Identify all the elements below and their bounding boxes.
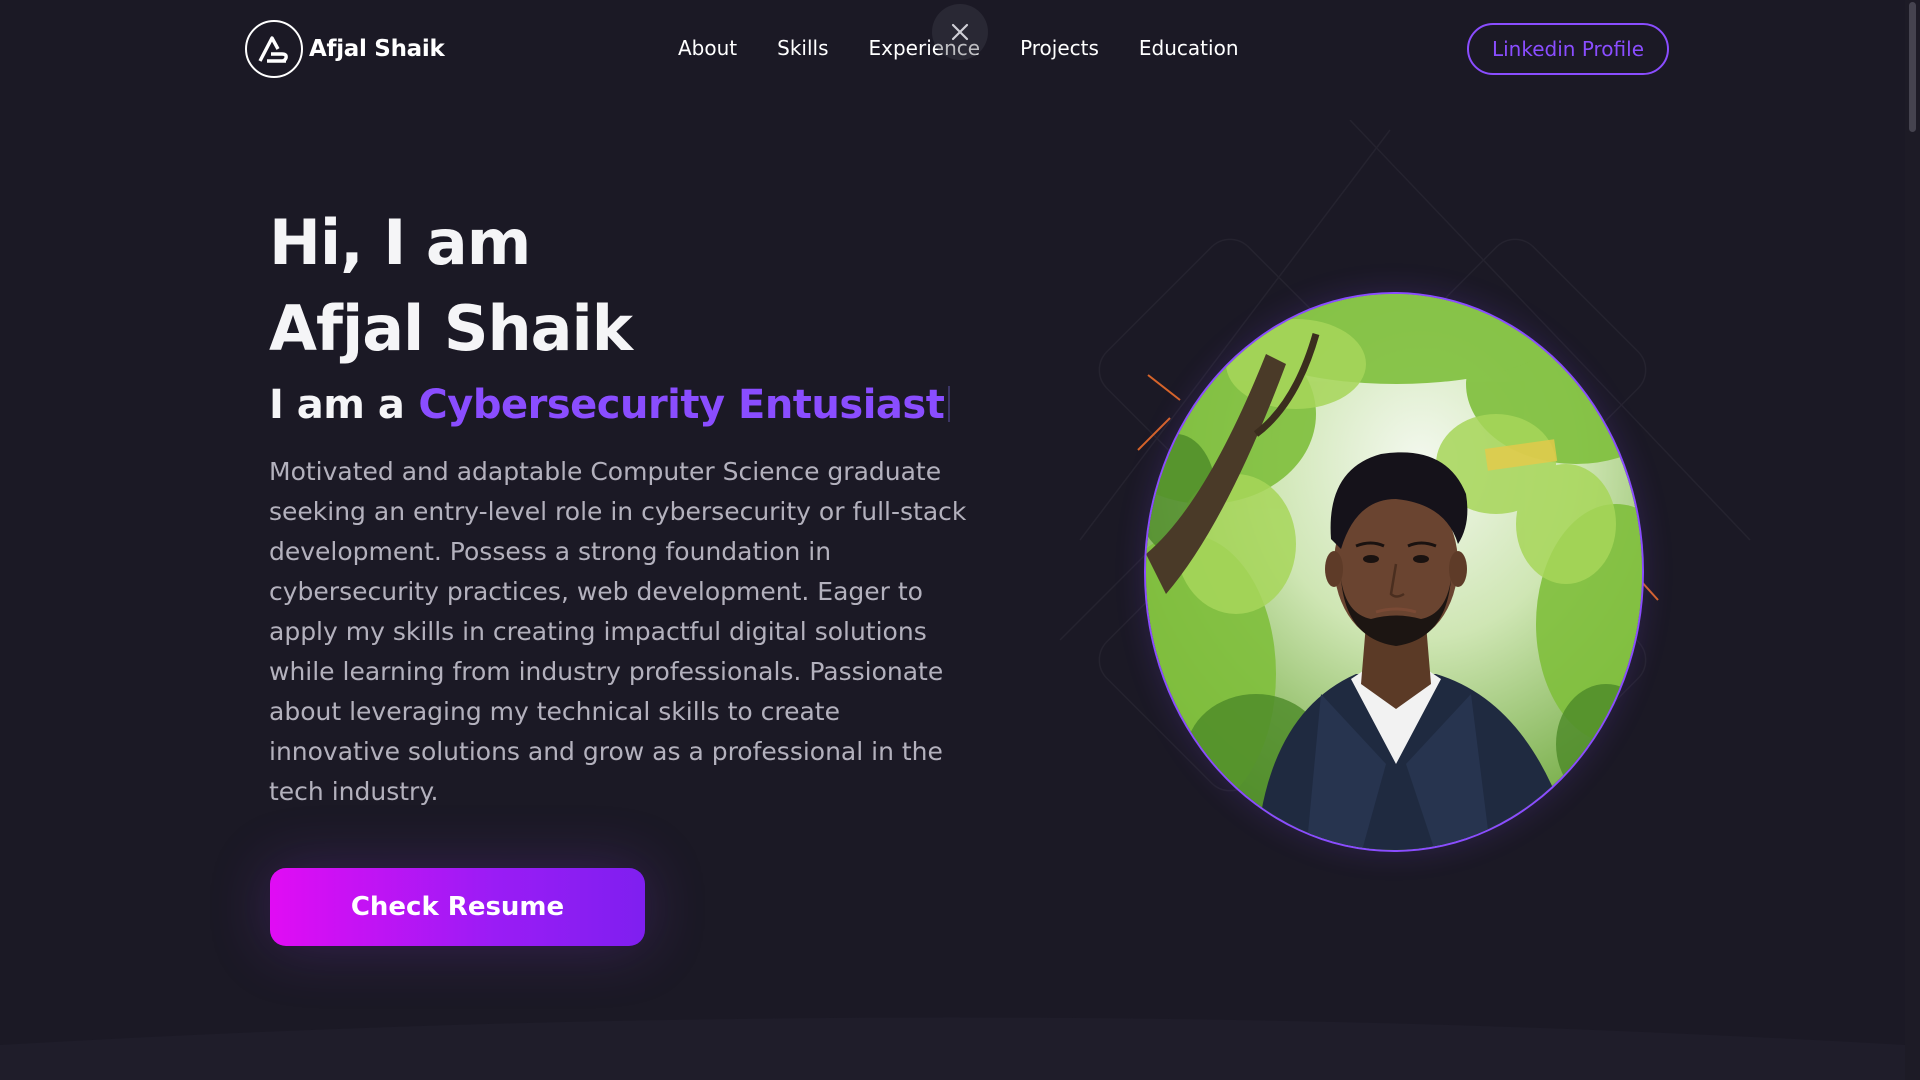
hero-role: I am a Cybersecurity Entusiast — [269, 382, 951, 428]
check-resume-button[interactable]: Check Resume — [270, 868, 645, 946]
section-divider — [0, 1017, 1905, 1080]
nav-link-projects[interactable]: Projects — [1020, 36, 1099, 60]
role-prefix: I am a — [269, 382, 405, 428]
linkedin-profile-button[interactable]: Linkedin Profile — [1467, 23, 1669, 75]
profile-photo — [1144, 292, 1644, 852]
role-typed-text: Cybersecurity Entusiast — [418, 382, 945, 428]
page-scrollbar[interactable] — [1905, 0, 1920, 1080]
hero-name: Afjal Shaik — [269, 292, 633, 365]
nav-link-education[interactable]: Education — [1139, 36, 1239, 60]
nav-link-about[interactable]: About — [678, 36, 737, 60]
close-button[interactable] — [932, 4, 988, 60]
brand-name: Afjal Shaik — [309, 36, 445, 62]
portfolio-page: Afjal Shaik About Skills Experience Proj… — [0, 0, 1920, 1080]
top-navbar: Afjal Shaik About Skills Experience Proj… — [0, 0, 1920, 100]
nav-link-skills[interactable]: Skills — [777, 36, 828, 60]
close-icon — [951, 23, 969, 41]
hero-description: Motivated and adaptable Computer Science… — [269, 457, 967, 806]
typing-cursor — [948, 386, 951, 422]
hero-title: Hi, I am Afjal Shaik — [269, 200, 633, 372]
scrollbar-thumb[interactable] — [1909, 2, 1916, 132]
brand-link[interactable]: Afjal Shaik — [245, 20, 445, 78]
brand-logo-icon — [245, 20, 303, 78]
hero-greeting: Hi, I am — [269, 206, 531, 279]
